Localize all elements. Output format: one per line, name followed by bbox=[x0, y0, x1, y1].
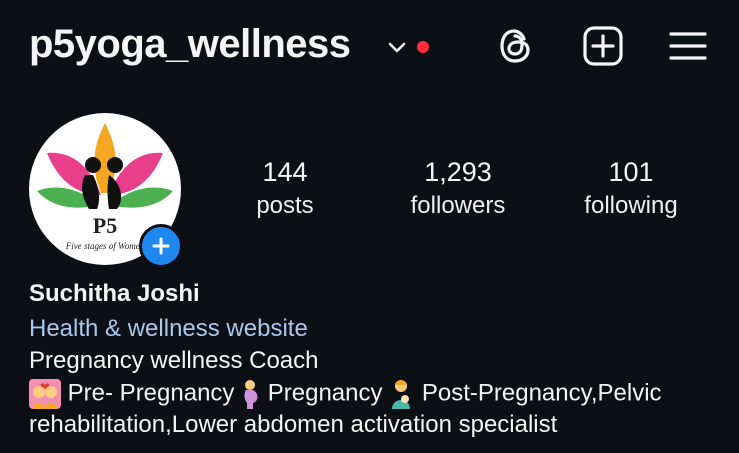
bio-line: rehabilitation,Lower abdomen activation … bbox=[29, 411, 558, 438]
bio-post-pregnancy: Post-Pregnancy,Pelvic bbox=[421, 379, 662, 407]
following-label: following bbox=[584, 192, 678, 219]
bio-line: Pre- Pregnancy Pregnancy Post-Pregnancy,… bbox=[29, 379, 729, 409]
category-label[interactable]: Health & wellness website bbox=[29, 315, 308, 343]
menu-icon[interactable] bbox=[666, 24, 710, 68]
following-count: 101 bbox=[608, 157, 654, 187]
svg-text:P5: P5 bbox=[93, 213, 117, 238]
followers-label: followers bbox=[410, 192, 506, 219]
couple-heart-emoji-icon bbox=[29, 379, 61, 409]
posts-count: 144 bbox=[262, 157, 308, 187]
create-post-icon[interactable] bbox=[581, 24, 625, 68]
plus-icon bbox=[152, 237, 170, 255]
followers-count: 1,293 bbox=[424, 157, 492, 187]
following-stat[interactable]: 101 following bbox=[561, 155, 701, 223]
threads-icon[interactable] bbox=[494, 24, 538, 68]
bio-pregnancy: Pregnancy bbox=[267, 379, 383, 407]
svg-text:Five stages of Women: Five stages of Women bbox=[65, 241, 145, 251]
woman-feeding-baby-emoji-icon bbox=[392, 380, 411, 409]
display-name: Suchitha Joshi bbox=[29, 280, 200, 307]
posts-stat[interactable]: 144 posts bbox=[215, 155, 355, 223]
add-story-button[interactable] bbox=[139, 224, 183, 268]
chevron-down-icon[interactable] bbox=[386, 36, 408, 58]
notification-dot bbox=[417, 41, 429, 53]
posts-label: posts bbox=[256, 192, 314, 219]
bio-line: Pregnancy wellness Coach bbox=[29, 347, 319, 374]
username[interactable]: p5yoga_wellness bbox=[29, 22, 351, 67]
bio-pre-pregnancy: Pre- Pregnancy bbox=[67, 379, 235, 407]
pregnant-woman-emoji-icon bbox=[244, 380, 258, 409]
followers-stat[interactable]: 1,293 followers bbox=[388, 155, 528, 223]
